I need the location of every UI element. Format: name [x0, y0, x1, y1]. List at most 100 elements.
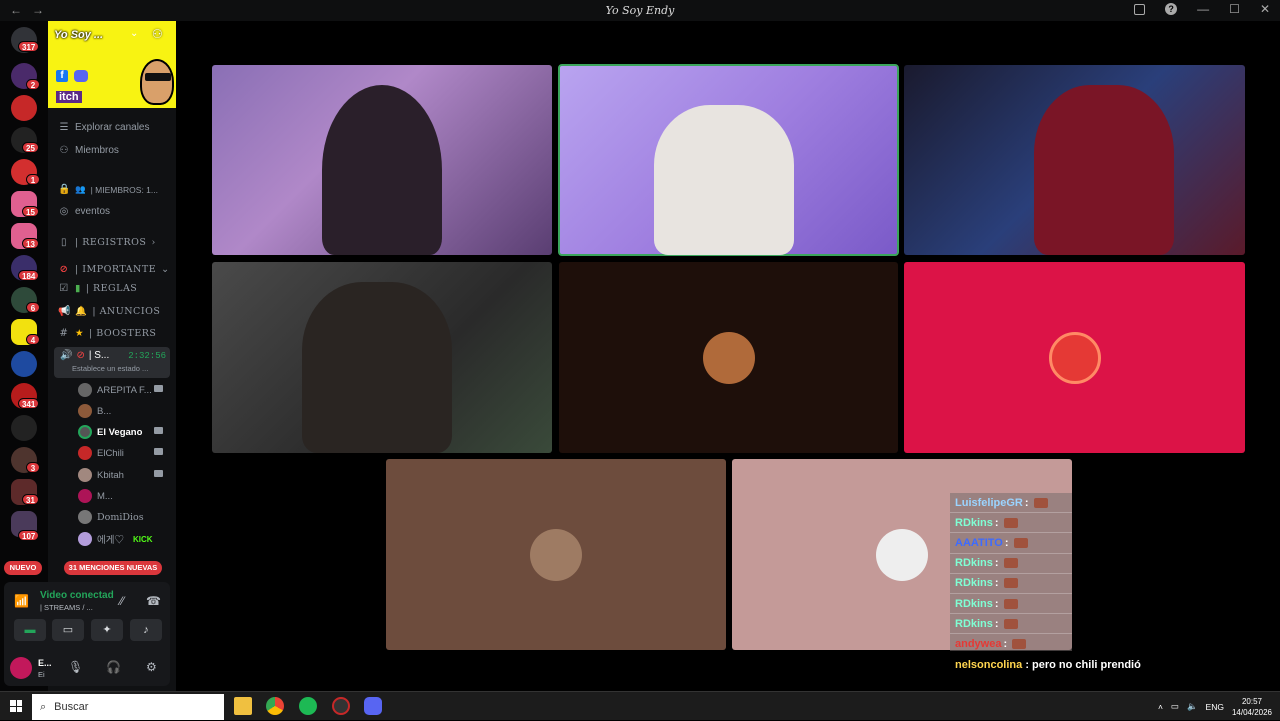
help-icon[interactable]: ? — [1165, 3, 1178, 15]
audio-tile[interactable] — [386, 459, 726, 650]
chat-separator: : — [994, 557, 999, 570]
channel-reglas[interactable]: ☑ ▮ | REGLAS — [58, 283, 137, 294]
avatar[interactable] — [10, 657, 32, 679]
disconnect-icon[interactable]: ☎ — [146, 594, 161, 608]
channel-member-count[interactable]: 🔒 👥 | MIEMBROS: 1... — [58, 184, 158, 195]
chat-separator: : — [994, 577, 999, 590]
voice-status[interactable]: Video conectad — [40, 590, 114, 601]
events-link[interactable]: ◎ eventos — [58, 206, 110, 217]
chat-separator: : — [1024, 496, 1029, 509]
headphones-icon[interactable]: 🎧 — [106, 660, 121, 674]
chat-separator: : — [1003, 637, 1008, 650]
screen-share-button[interactable]: ▭ — [52, 619, 84, 641]
browse-channels[interactable]: ☰ Explorar canales — [58, 122, 150, 133]
invite-icon[interactable]: ⚇ — [152, 27, 163, 41]
app-icon[interactable] — [332, 697, 350, 715]
checkbox-icon: ☑ — [59, 283, 69, 294]
category-importante[interactable]: ⊘ | IMPORTANTE ⌄ — [58, 264, 170, 275]
chat-username: RDkins — [955, 617, 993, 630]
video-tile[interactable] — [904, 65, 1245, 255]
minimize-button[interactable]: — — [1197, 2, 1209, 16]
network-icon[interactable]: ▭ — [1171, 701, 1179, 712]
maximize-button[interactable]: ☐ — [1229, 2, 1240, 16]
windows-start-icon[interactable] — [10, 700, 22, 712]
chat-separator: : — [994, 617, 999, 630]
chevron-down-icon: ⌄ — [161, 264, 170, 275]
chat-username: AAATITO — [955, 536, 1003, 549]
active-voice-channel[interactable]: 🔊 ⊘ | S... 2:32:56 Establece un estado ... — [54, 347, 170, 378]
member-name: B... — [97, 405, 112, 417]
server-name[interactable]: Yo Soy ... — [54, 29, 103, 41]
megaphone-icon: 📢 — [58, 306, 71, 317]
new-unreads-pill[interactable]: NUEVO — [4, 561, 42, 575]
chrome-icon[interactable] — [266, 697, 284, 715]
voice-member[interactable]: El Vegano — [78, 425, 163, 439]
discord-icon — [74, 70, 88, 82]
close-button[interactable]: ✕ — [1260, 2, 1270, 16]
voice-member[interactable]: B... — [78, 404, 111, 418]
importante-label: | IMPORTANTE — [75, 264, 157, 275]
clock[interactable]: 20:57 14/04/2026 — [1232, 696, 1272, 718]
soundboard-button[interactable]: ♪ — [130, 619, 162, 641]
category-registros[interactable]: ▯ | REGISTROS › — [58, 237, 156, 248]
member-name: DomiDios — [97, 511, 144, 523]
channel-anuncios[interactable]: 📢 🔔 | ANUNCIOS — [58, 306, 160, 317]
new-mentions-pill[interactable]: 31 MENCIONES NUEVAS — [64, 561, 162, 575]
members-link[interactable]: ⚇ Miembros — [58, 145, 119, 156]
microphone-icon[interactable]: 🎙 — [68, 660, 83, 674]
avatar — [702, 331, 755, 384]
camera-icon — [154, 470, 163, 477]
member-name: AREPITA F... — [97, 384, 152, 396]
facebook-icon: f — [56, 70, 68, 82]
member-count-label: | MIEMBROS: 1... — [90, 184, 158, 195]
no-entry-icon: ⊘ — [76, 350, 85, 361]
audio-tile[interactable] — [559, 262, 898, 453]
taskbar-search[interactable]: ⌕ Buscar — [32, 694, 224, 720]
badge: 25 — [22, 142, 39, 153]
gear-icon[interactable]: ⚙ — [146, 660, 157, 674]
video-tile[interactable] — [212, 65, 552, 255]
server-icon[interactable] — [11, 95, 37, 121]
username[interactable]: E... — [38, 658, 52, 668]
set-status-prompt[interactable]: Establece un estado ... — [72, 364, 148, 373]
video-tile-speaking[interactable] — [558, 64, 899, 256]
server-icon[interactable] — [11, 351, 37, 377]
voice-member[interactable]: DomiDios — [78, 510, 144, 524]
audio-tile[interactable] — [904, 262, 1245, 453]
badge: 341 — [18, 398, 40, 409]
language-indicator[interactable]: ENG — [1206, 702, 1224, 712]
chevron-right-icon: › — [151, 237, 156, 248]
discord-taskbar-icon[interactable] — [364, 697, 382, 715]
channel-boosters[interactable]: # ★ | BOOSTERS — [58, 328, 156, 339]
voice-channel-name: | S... — [88, 350, 110, 361]
clock-date: 14/04/2026 — [1231, 707, 1272, 717]
file-explorer-icon[interactable] — [234, 697, 252, 715]
chat-row: RDkins : — [950, 574, 1072, 594]
chevron-down-icon[interactable]: ⌄ — [130, 28, 138, 39]
inbox-icon[interactable] — [1134, 3, 1146, 15]
video-tile[interactable] — [212, 262, 552, 453]
spotify-icon[interactable] — [299, 697, 317, 715]
server-icon[interactable] — [11, 415, 37, 441]
server-banner[interactable]: Yo Soy ... ⌄ ⚇ f itch — [48, 21, 176, 108]
camera-button[interactable]: ▬ — [14, 619, 46, 641]
volume-icon[interactable]: 🔈 — [1187, 701, 1198, 712]
members-label: Miembros — [75, 145, 119, 156]
voice-member[interactable]: AREPITA F... — [78, 383, 163, 397]
activities-button[interactable]: ✦ — [91, 619, 123, 641]
avatar — [1048, 331, 1101, 384]
chat-username: RDkins — [955, 597, 993, 610]
banner-avatar — [140, 59, 174, 105]
participant-video — [654, 105, 794, 255]
banner-text: itch — [56, 91, 82, 103]
voice-member[interactable]: M... — [78, 489, 113, 503]
participant-video — [302, 282, 452, 453]
chevron-up-icon[interactable]: ˄ — [1158, 702, 1163, 712]
search-icon: ⌕ — [40, 700, 47, 713]
voice-member[interactable]: 에게♡ KICK — [78, 532, 153, 546]
voice-member[interactable]: ElChili — [78, 446, 163, 460]
voice-member[interactable]: Kbitah — [78, 468, 163, 482]
voice-channel-link[interactable]: | STREAMS / ... — [40, 603, 93, 612]
noise-suppression-icon[interactable]: ⁄⁄ — [120, 594, 124, 608]
signal-icon[interactable]: 📶 — [14, 594, 30, 610]
